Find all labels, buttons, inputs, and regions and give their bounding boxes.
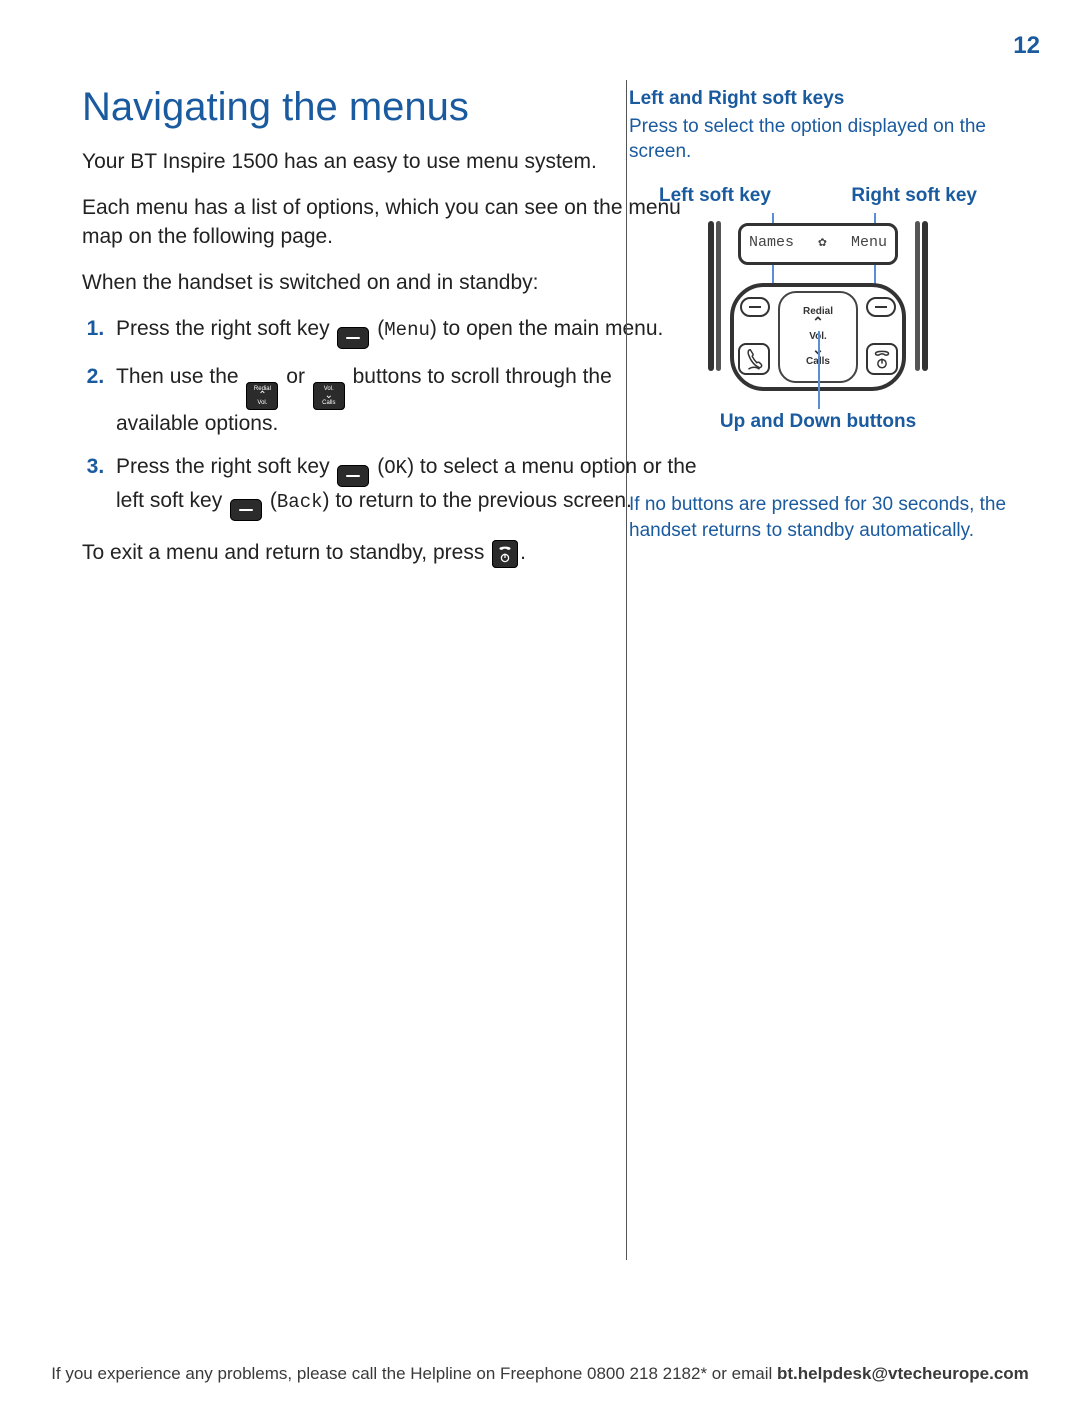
page-title: Navigating the menus [82,80,697,134]
updown-label: Up and Down buttons [629,409,1007,435]
intro-paragraph-1: Your BT Inspire 1500 has an easy to use … [82,148,697,176]
footer-text: If you experience any problems, please c… [51,1364,777,1383]
right-soft-key-icon [337,465,369,487]
step-2-text-a: Then use the [116,365,244,388]
step-3-text-a: Press the right soft key [116,455,335,478]
ok-label: OK [384,457,407,479]
footer-email: bt.helpdesk@vtecheurope.com [777,1364,1029,1383]
exit-text-a: To exit a menu and return to standby, pr… [82,541,490,564]
handset-side-left-inner [716,221,721,371]
diagram-talk-button [738,343,770,375]
timeout-note: If no buttons are pressed for 30 seconds… [629,492,1007,543]
screen-right-text: Menu [851,233,887,253]
menu-label: Menu [384,319,430,341]
left-soft-key-icon [230,499,262,521]
nav-down-bot: Calls [322,400,335,406]
handset-side-right-inner [915,221,920,371]
left-soft-key-label: Left soft key [659,183,771,209]
gear-icon: ✿ [818,234,826,253]
intro-paragraph-3: When the handset is switched on and in s… [82,269,697,297]
chevron-up-icon: ⌃ [258,392,266,400]
back-label: Back [277,491,323,513]
nav-up-bot: Vol. [257,400,267,406]
step-1-text-a: Press the right soft key [116,317,335,340]
diagram-end-button [866,343,898,375]
softkey-labels-row: Left soft key Right soft key [629,183,1007,209]
chevron-down-icon: ⌄ [325,392,333,400]
dpad-up-icon: ⌃ [812,318,824,328]
step-2: Then use the Redial ⌃ Vol. or Vol. ⌄ Cal… [110,363,697,438]
handset-side-right [922,221,928,371]
sidebar: Left and Right soft keys Press to select… [626,80,1017,1260]
handset-side-left [708,221,714,371]
exit-paragraph: To exit a menu and return to standby, pr… [82,539,697,568]
page-number: 12 [1013,30,1040,62]
nav-down-key-icon: Vol. ⌄ Calls [313,382,345,410]
handset-screen: Names ✿ Menu [738,223,898,265]
diagram-left-soft-key [740,297,770,317]
main-content: Navigating the menus Your BT Inspire 150… [82,80,697,586]
nav-up-key-icon: Redial ⌃ Vol. [246,382,278,410]
softkeys-title: Left and Right soft keys [629,86,1007,112]
callout-line-down [818,331,820,409]
screen-left-text: Names [749,233,794,253]
right-soft-key-icon [337,327,369,349]
step-3-text-d: ( [270,489,277,512]
handset-diagram: Names ✿ Menu Redial ⌃ Vol. ⌄ Calls [708,213,928,403]
exit-text-b: . [520,541,526,564]
diagram-right-soft-key [866,297,896,317]
end-call-key-icon [492,540,518,568]
footer: If you experience any problems, please c… [0,1363,1080,1386]
right-soft-key-label: Right soft key [851,183,977,209]
softkeys-desc: Press to select the option displayed on … [629,114,1007,165]
step-3-text-e: ) to return to the previous screen. [323,489,632,512]
steps-list: Press the right soft key (Menu) to open … [82,315,697,520]
step-3: Press the right soft key (OK) to select … [110,453,697,521]
intro-paragraph-2: Each menu has a list of options, which y… [82,194,697,251]
step-2-or: or [286,365,311,388]
step-1: Press the right soft key (Menu) to open … [110,315,697,349]
